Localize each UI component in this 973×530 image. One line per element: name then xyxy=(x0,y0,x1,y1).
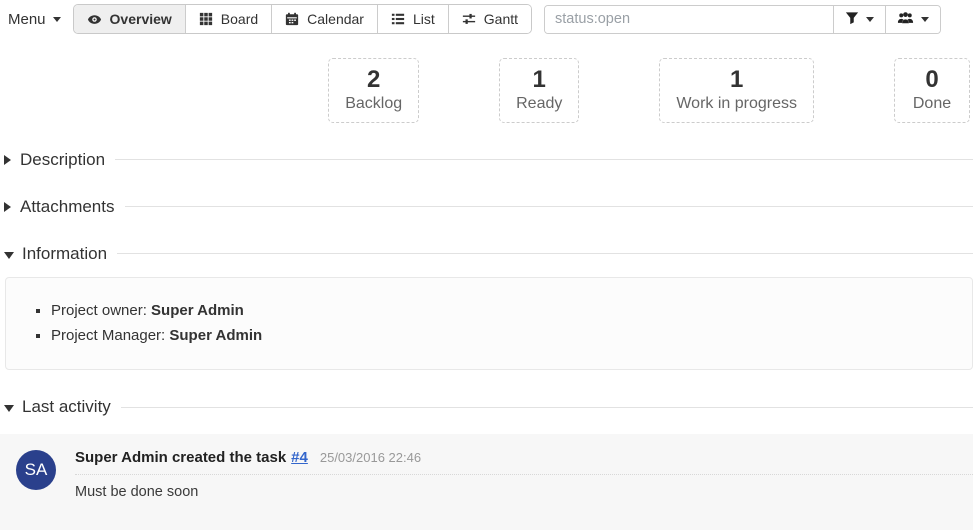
section-title: Last activity xyxy=(22,397,111,417)
stat-count: 2 xyxy=(345,66,402,94)
section-toggle-last-activity[interactable]: Last activity xyxy=(4,397,973,417)
search-input[interactable] xyxy=(545,6,833,33)
stat-label: Done xyxy=(911,95,953,113)
tab-overview[interactable]: Overview xyxy=(74,5,185,33)
activity-event: Super Admin created the task #4 25/03/2016… xyxy=(75,446,973,500)
stat-box-backlog: 2 Backlog xyxy=(328,58,419,123)
tab-board[interactable]: Board xyxy=(185,5,271,33)
tab-overview-label: Overview xyxy=(110,11,172,27)
filter-dropdown-button[interactable] xyxy=(833,6,885,33)
activity-title-row: Super Admin created the task #4 25/03/2016… xyxy=(75,446,973,475)
tab-list-label: List xyxy=(413,11,435,27)
stat-label: Backlog xyxy=(345,95,402,113)
activity-timestamp: 25/03/2016 22:46 xyxy=(320,450,421,465)
list-item: Project owner: Super Admin xyxy=(51,300,957,322)
sliders-icon xyxy=(462,12,476,26)
info-label: Project Manager: xyxy=(51,327,169,344)
activity-body: Must be done soon xyxy=(75,484,973,500)
tab-calendar-label: Calendar xyxy=(307,11,364,27)
chevron-down-icon xyxy=(866,17,874,22)
heading-divider xyxy=(125,206,973,207)
activity-title: Super Admin created the task xyxy=(75,449,286,466)
column-stats-row: 2 Backlog 1 Ready 1 Work in progress 0 D… xyxy=(0,58,970,123)
filter-funnel-icon xyxy=(845,11,859,28)
search-filter-group xyxy=(544,5,941,34)
stat-label: Ready xyxy=(516,95,562,113)
list-icon xyxy=(391,12,405,26)
tab-calendar[interactable]: Calendar xyxy=(271,5,377,33)
expanded-triangle-icon xyxy=(4,405,14,412)
collapsed-triangle-icon xyxy=(4,202,11,212)
task-link[interactable]: #4 xyxy=(291,449,308,466)
section-toggle-description[interactable]: Description xyxy=(4,150,973,170)
calendar-icon xyxy=(285,12,299,26)
menu-label: Menu xyxy=(8,11,46,28)
top-bar: Menu Overview Board Calendar List xyxy=(0,0,973,37)
users-dropdown-button[interactable] xyxy=(885,6,940,33)
tab-list[interactable]: List xyxy=(377,5,448,33)
heading-divider xyxy=(117,253,973,254)
info-label: Project owner: xyxy=(51,302,151,319)
stat-label: Work in progress xyxy=(676,95,797,113)
tab-gantt-label: Gantt xyxy=(484,11,518,27)
expanded-triangle-icon xyxy=(4,252,14,259)
stat-count: 0 xyxy=(911,66,953,94)
tab-board-label: Board xyxy=(221,11,258,27)
avatar: SA xyxy=(16,450,56,490)
stat-count: 1 xyxy=(516,66,562,94)
information-panel: Project owner: Super Admin Project Manag… xyxy=(5,277,973,371)
section-toggle-attachments[interactable]: Attachments xyxy=(4,197,973,217)
tab-gantt[interactable]: Gantt xyxy=(448,5,531,33)
list-item: Project Manager: Super Admin xyxy=(51,325,957,347)
stat-box-ready: 1 Ready xyxy=(499,58,579,123)
users-group-icon xyxy=(897,11,914,28)
menu-dropdown[interactable]: Menu xyxy=(8,11,61,28)
heading-divider xyxy=(115,159,973,160)
board-grid-icon xyxy=(199,12,213,26)
section-title: Attachments xyxy=(20,197,115,217)
chevron-down-icon xyxy=(921,17,929,22)
stat-box-done: 0 Done xyxy=(894,58,970,123)
collapsed-triangle-icon xyxy=(4,155,11,165)
section-title: Information xyxy=(22,244,107,264)
info-value: Super Admin xyxy=(151,302,244,319)
eye-icon xyxy=(87,12,102,27)
info-value: Super Admin xyxy=(169,327,262,344)
section-title: Description xyxy=(20,150,105,170)
activity-panel: SA Super Admin created the task #4 25/03/2… xyxy=(0,434,973,530)
section-toggle-information[interactable]: Information xyxy=(4,244,973,264)
information-list: Project owner: Super Admin Project Manag… xyxy=(21,300,957,348)
stat-box-work-in-progress: 1 Work in progress xyxy=(659,58,814,123)
stat-count: 1 xyxy=(676,66,797,94)
view-switcher: Overview Board Calendar List Gantt xyxy=(73,4,533,34)
heading-divider xyxy=(121,407,973,408)
chevron-down-icon xyxy=(53,17,61,22)
